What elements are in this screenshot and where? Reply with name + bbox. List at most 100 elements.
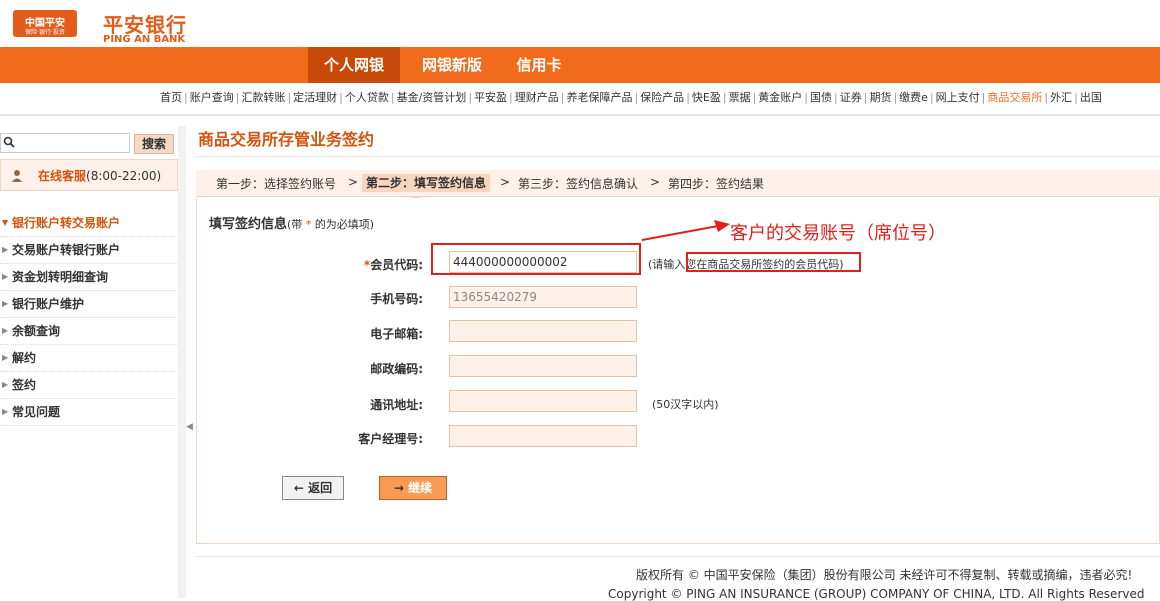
- footer-divider: [196, 556, 1160, 557]
- online-service-label: 在线客服(8:00-22:00): [38, 169, 162, 183]
- sub-nav-separator: |: [752, 91, 757, 104]
- page-title: 商品交易所存管业务签约: [198, 130, 375, 149]
- footer-copyright-cn: 版权所有 © 中国平安保险（集团）股份有限公司 未经许可不得复制、转载或摘编，违…: [636, 568, 1133, 582]
- mobile-label: 手机号码:: [370, 292, 423, 306]
- pingan-logo-badge: 中国平安 保险·银行·投资: [13, 10, 77, 37]
- sub-nav-item[interactable]: 证券: [840, 91, 862, 104]
- sub-nav-separator: |: [560, 91, 565, 104]
- forward-arrow-icon: →: [393, 481, 404, 495]
- sub-nav-item[interactable]: 缴费e: [899, 91, 928, 104]
- sidebar-menu-label: 签约: [12, 378, 37, 392]
- sidebar-menu-item[interactable]: ▶ 资金划转明细查询: [0, 264, 178, 291]
- sidebar-menu-item[interactable]: ▶ 银行账户维护: [0, 291, 178, 318]
- nav-tab-credit-card[interactable]: 信用卡: [504, 47, 574, 83]
- member-code-highlight: [431, 243, 641, 275]
- sidebar-menu-label: 银行账户维护: [12, 297, 85, 311]
- email-input[interactable]: [449, 320, 637, 342]
- step-1: 第一步：选择签约账号: [216, 177, 337, 191]
- sub-nav-item[interactable]: 账户查询: [190, 91, 234, 104]
- logo-badge-subtext: 保险·银行·投资: [25, 29, 65, 36]
- chevron-down-icon: ▼: [2, 218, 9, 227]
- sub-nav-separator: |: [468, 91, 473, 104]
- header: 中国平安 保险·银行·投资 平安银行 PING AN BANK: [0, 0, 1160, 47]
- sub-nav-item[interactable]: 黄金账户: [758, 91, 802, 104]
- bank-name-en: PING AN BANK: [103, 34, 186, 45]
- back-arrow-icon: ←: [293, 481, 304, 495]
- customer-service-icon: [12, 170, 22, 182]
- sidebar-menu-item[interactable]: ▶ 解约: [0, 345, 178, 372]
- search-icon: [3, 136, 15, 148]
- sub-nav-separator: |: [509, 91, 513, 104]
- form-heading: 填写签约信息(带 * 的为必填项): [209, 217, 375, 232]
- email-label: 电子邮箱:: [370, 327, 423, 341]
- sub-nav-item[interactable]: 平安盈: [474, 91, 507, 104]
- continue-button[interactable]: → 继续: [379, 476, 447, 500]
- postcode-input[interactable]: [449, 355, 637, 377]
- sidebar-menu-item[interactable]: ▼ 银行账户转交易账户: [0, 210, 178, 237]
- step-progress-bar: 第一步：选择签约账号 > 第二步：填写签约信息 > 第三步：签约信息确认 > 第…: [196, 170, 1160, 197]
- manager-no-label: 客户经理号:: [358, 432, 423, 446]
- sub-nav-item[interactable]: 保险产品: [640, 91, 684, 104]
- chevron-right-icon: ▶: [2, 245, 9, 254]
- sidebar-menu-item[interactable]: ▶ 余额查询: [0, 318, 178, 345]
- sub-nav-item[interactable]: 首页: [160, 91, 182, 104]
- sub-nav-item[interactable]: 定活理财: [293, 91, 337, 104]
- sub-nav-separator: |: [1044, 91, 1049, 104]
- sidebar-menu-item[interactable]: ▶ 交易账户转银行账户: [0, 237, 178, 264]
- sub-nav-item[interactable]: 汇款转账: [241, 91, 285, 104]
- manager-no-input[interactable]: [449, 425, 637, 447]
- step-3: 第三步：签约信息确认: [518, 177, 639, 191]
- sub-nav-item[interactable]: 外汇: [1050, 91, 1072, 104]
- sub-nav-item[interactable]: 票据: [729, 91, 751, 104]
- sub-nav-separator: |: [235, 91, 240, 104]
- sub-nav-item[interactable]: 个人贷款: [345, 91, 389, 104]
- step-separator: >: [650, 175, 661, 189]
- annotation-arrow-icon: [641, 220, 730, 241]
- sub-nav-separator: |: [834, 91, 838, 104]
- search-button[interactable]: 搜索: [134, 134, 174, 154]
- title-divider: [196, 156, 1160, 157]
- sub-nav-item[interactable]: 理财产品: [515, 91, 559, 104]
- nav-tab-personal-banking[interactable]: 个人网银: [308, 47, 400, 83]
- chevron-right-icon: ▶: [2, 272, 9, 281]
- sub-nav-item[interactable]: 国债: [810, 91, 832, 104]
- sub-nav-bar: 首页 | 账户查询 | 汇款转账 | 定活理财 | 个人贷款 | 基金/资管计划 | 平安盈 | 理财产品 |…: [0, 86, 1160, 110]
- search-input[interactable]: [0, 133, 130, 153]
- sidebar-gutter: [178, 126, 186, 598]
- sub-nav-item[interactable]: 期货: [869, 91, 891, 104]
- annotation-text: 客户的交易账号（席位号）: [730, 223, 946, 244]
- collapse-sidebar-icon[interactable]: ◀: [186, 422, 193, 434]
- sidebar-menu-item[interactable]: ▶ 签约: [0, 372, 178, 399]
- sub-nav-separator: |: [287, 91, 292, 104]
- sub-nav-separator: |: [804, 91, 809, 104]
- online-service-link[interactable]: 在线客服(8:00-22:00): [0, 159, 178, 191]
- form-hint: (带 * 的为必填项): [287, 218, 375, 231]
- sidebar-menu: ▼ 银行账户转交易账户 ▶ 交易账户转银行账户 ▶ 资金划转明细查询 ▶ 银行账户维护 ▶ 余额查…: [0, 210, 178, 426]
- step-separator: >: [348, 175, 359, 189]
- nav-tab-new-version[interactable]: 网银新版: [408, 47, 496, 83]
- top-nav-bar: 个人网银 网银新版 信用卡: [0, 47, 1160, 83]
- back-button[interactable]: ← 返回: [282, 476, 344, 500]
- sub-nav-separator: |: [390, 91, 395, 104]
- sub-nav-item[interactable]: 养老保障产品: [566, 91, 632, 104]
- chevron-right-icon: ▶: [2, 326, 9, 335]
- sidebar-menu-item[interactable]: ▶ 常见问题: [0, 399, 178, 426]
- sub-nav-separator: |: [184, 91, 188, 104]
- sub-nav-separator: |: [339, 91, 343, 104]
- sidebar-menu-label: 余额查询: [12, 324, 61, 338]
- sub-nav-item[interactable]: 快E盈: [692, 91, 721, 104]
- step-4: 第四步：签约结果: [668, 177, 765, 191]
- postcode-label: 邮政编码:: [370, 362, 423, 376]
- sub-nav-item[interactable]: 网上支付: [936, 91, 980, 104]
- address-input[interactable]: [449, 390, 637, 412]
- chevron-right-icon: ▶: [2, 380, 9, 389]
- sidebar: 搜索 在线客服(8:00-22:00) ▼ 银行账户转交易账户 ▶ 交易账户转银行账户…: [0, 126, 178, 598]
- sub-nav-item[interactable]: 出国: [1080, 91, 1102, 104]
- sub-nav-item[interactable]: 基金/资管计划: [397, 91, 467, 104]
- sidebar-menu-label: 常见问题: [12, 405, 61, 419]
- sub-nav-separator: |: [634, 91, 639, 104]
- sub-nav-separator: |: [1074, 91, 1078, 104]
- sub-nav-item[interactable]: 商品交易所: [987, 91, 1042, 104]
- sub-nav-separator: |: [981, 91, 986, 104]
- mobile-input[interactable]: 13655420279: [449, 286, 637, 308]
